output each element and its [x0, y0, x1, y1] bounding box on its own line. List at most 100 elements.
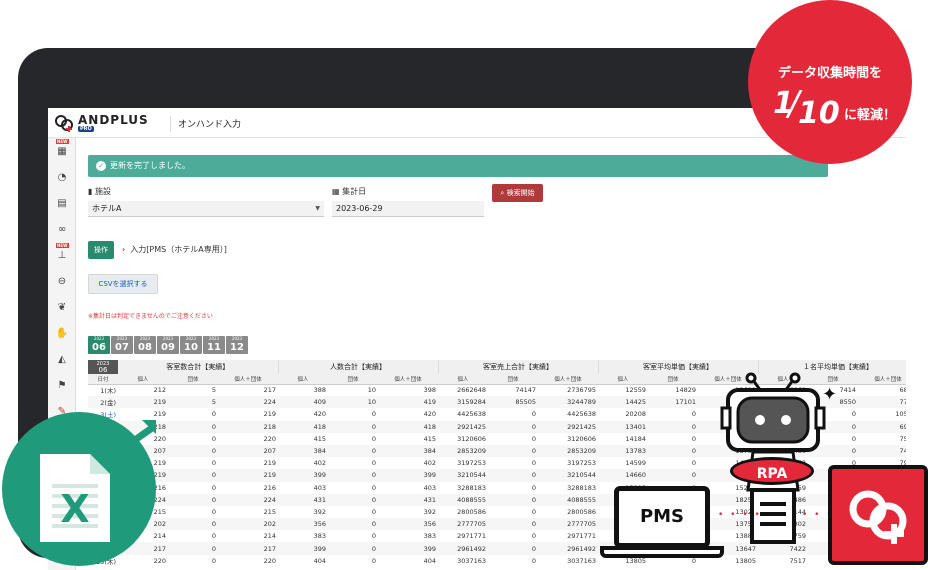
- table-cell: 10: [367, 386, 376, 395]
- table-cell: 2800586: [457, 507, 487, 516]
- table-cell: 219: [118, 396, 168, 409]
- table-cell: 215: [263, 507, 276, 516]
- table-cell: 212: [153, 386, 166, 395]
- area-chart-icon[interactable]: ◭: [54, 352, 70, 366]
- date-note: ※集計日は判定できませんのでご注意ください: [88, 313, 213, 320]
- table-cell: 220: [263, 434, 276, 443]
- promo-badge: データ収集時間を 1 / 10 に軽減！: [748, 0, 912, 164]
- column-subheader: 個人＋団体: [378, 374, 439, 385]
- excel-circle: X: [2, 412, 160, 566]
- column-subheader: 団体: [168, 374, 218, 385]
- table-cell: 0: [531, 507, 537, 516]
- table-corner: 2023 06: [88, 360, 118, 374]
- date-label-text: 集計日: [342, 187, 367, 196]
- column-subheader: 個人: [438, 374, 489, 385]
- search-button[interactable]: ⌕ 検索開始: [492, 184, 543, 202]
- table-cell: 0: [648, 469, 699, 482]
- table-cell: 0: [488, 420, 539, 433]
- table-cell: 0: [168, 518, 218, 531]
- table-cell: 0: [488, 542, 539, 555]
- table-cell: 402: [423, 459, 437, 468]
- table-cell: 0: [211, 434, 216, 443]
- table-cell: 6876: [899, 386, 906, 395]
- gauge-icon[interactable]: ◔: [54, 170, 70, 184]
- table-cell: 0: [371, 483, 376, 492]
- table-cell: 2921425: [538, 420, 599, 433]
- table-cell: 0: [371, 507, 376, 516]
- search-button-label: 検索開始: [506, 189, 535, 197]
- table-cell: 0: [168, 542, 218, 555]
- facility-select[interactable]: ホテルA ▼: [88, 201, 324, 217]
- table-cell: 0: [648, 444, 699, 458]
- month-tab-month: 08: [138, 342, 152, 353]
- row-date-text: 1(木): [100, 387, 116, 396]
- hand-icon[interactable]: ✋: [54, 326, 70, 340]
- month-tab[interactable]: 2023 08: [134, 336, 156, 354]
- month-tab[interactable]: 2023 06: [88, 336, 110, 354]
- table-cell: 404: [423, 556, 437, 565]
- table-cell: 207: [218, 444, 278, 458]
- month-tab[interactable]: 2023 11: [203, 336, 225, 354]
- minus-circle-icon[interactable]: ⊖: [54, 274, 70, 288]
- month-tab[interactable]: 2023 09: [157, 336, 179, 354]
- table-cell: 420: [423, 410, 437, 419]
- table-cell: 14660: [598, 469, 649, 482]
- table-cell: 0: [371, 410, 376, 419]
- table-cell: 383: [423, 532, 437, 541]
- table-cell: 2662648: [457, 386, 487, 395]
- column-subheader: 個人＋団体: [858, 374, 906, 385]
- table-cell: 10537: [895, 410, 906, 419]
- binoculars-icon[interactable]: ∞: [54, 222, 70, 236]
- table-cell: 398: [423, 386, 437, 395]
- table-cell: 4425638: [567, 410, 597, 419]
- corner-month: 06: [98, 366, 108, 374]
- org-chart-icon[interactable]: ⊥: [54, 248, 70, 262]
- excel-icon: X: [40, 420, 160, 542]
- table-cell: 2853209: [438, 444, 489, 458]
- date-input[interactable]: 2023-06-29: [332, 201, 484, 217]
- table-cell: 0: [531, 483, 537, 492]
- building-icon: ▮: [88, 187, 93, 196]
- table-cell: 13401: [598, 420, 649, 433]
- flag-icon[interactable]: ⚑: [54, 378, 70, 392]
- table-cell: 5: [211, 386, 216, 395]
- month-tab[interactable]: 2023 10: [180, 336, 202, 354]
- laptop-base: [600, 546, 724, 558]
- table-cell: 402: [313, 459, 326, 468]
- month-tab[interactable]: 2023 12: [226, 336, 248, 354]
- table-cell: 0: [211, 507, 216, 516]
- table-cell: 14184: [625, 434, 647, 443]
- dashboard-icon[interactable]: ▦: [54, 144, 70, 158]
- table-cell: 7519: [899, 434, 906, 443]
- csv-select-button[interactable]: CSVを選択する: [88, 274, 158, 294]
- table-cell: 217: [263, 386, 276, 395]
- table-cell: 2777705: [538, 518, 599, 531]
- operation-button[interactable]: 操作: [88, 241, 114, 259]
- table-cell: 12559: [625, 386, 647, 395]
- table-cell: 0: [328, 493, 378, 506]
- table-cell: 415: [423, 434, 437, 443]
- table-cell: 403: [423, 483, 437, 492]
- leaf-icon[interactable]: ❦: [54, 300, 70, 314]
- pms-screen: PMS: [614, 486, 710, 548]
- facility-label: ▮ 施設: [88, 186, 111, 197]
- calendar-icon: ▦: [332, 187, 340, 196]
- table-cell: 4088555: [438, 493, 489, 506]
- sparkle-icon: ✦: [822, 384, 838, 405]
- table-cell: 3037163: [567, 556, 597, 565]
- report-icon[interactable]: ▤: [54, 196, 70, 210]
- table-cell: 418: [378, 420, 439, 433]
- table-cell: 356: [278, 518, 328, 531]
- connector-dots-left: • • • •: [718, 510, 762, 520]
- table-cell: 17101: [648, 396, 699, 409]
- table-cell: 0: [371, 532, 376, 541]
- table-cell: 0: [371, 434, 376, 443]
- table-cell: 5: [168, 396, 218, 409]
- month-tab[interactable]: 2023 07: [111, 336, 133, 354]
- breadcrumb: › 入力[PMS（ホテルA専用）]: [122, 244, 227, 255]
- table-cell: 0: [691, 459, 697, 468]
- badge-denominator: 10: [798, 96, 840, 131]
- table-cell: 3244789: [538, 396, 599, 409]
- month-tab-month: 07: [115, 342, 129, 353]
- table-cell: 2971771: [457, 532, 487, 541]
